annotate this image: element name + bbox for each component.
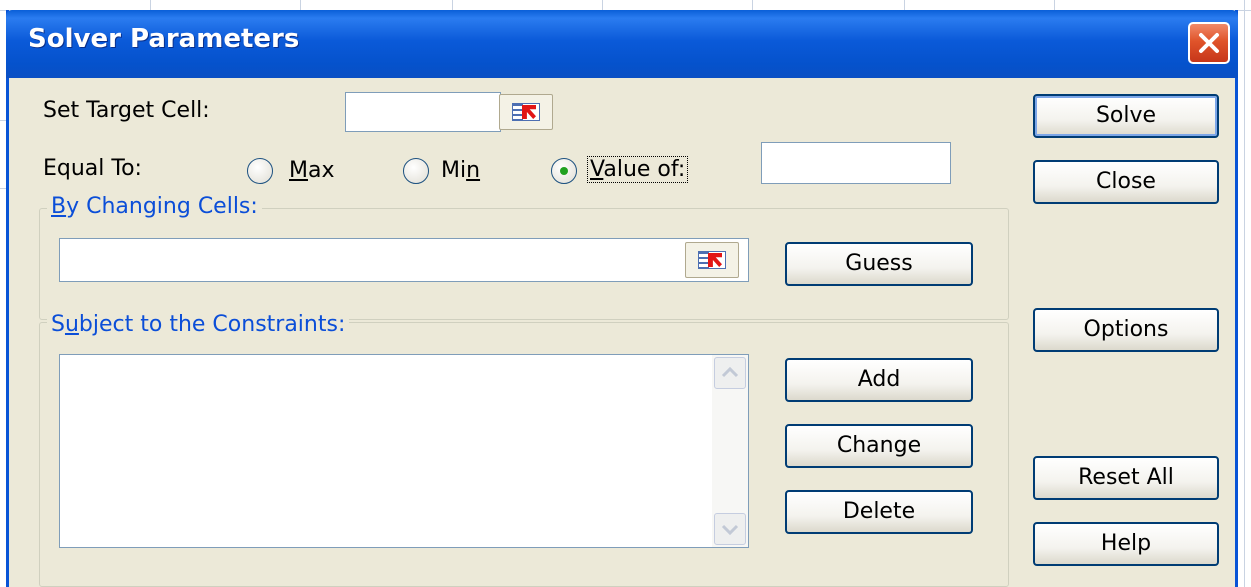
delete-button[interactable]: Delete bbox=[785, 490, 973, 534]
close-button-label: Close bbox=[1096, 169, 1156, 194]
options-button[interactable]: Options bbox=[1033, 308, 1219, 352]
help-button-label: Help bbox=[1100, 531, 1152, 556]
target-cell-input[interactable] bbox=[345, 92, 501, 132]
chevron-up-icon bbox=[715, 366, 745, 392]
options-button-label: Options bbox=[1083, 317, 1169, 342]
scroll-down-button[interactable] bbox=[714, 513, 746, 545]
reset-all-button[interactable]: Reset All bbox=[1033, 456, 1219, 500]
title-bar[interactable]: Solver Parameters bbox=[6, 10, 1238, 78]
add-button[interactable]: Add bbox=[785, 358, 973, 402]
solver-parameters-dialog: Solver Parameters Set Target Cell: Equal… bbox=[6, 10, 1238, 587]
delete-button-label: Delete bbox=[842, 499, 916, 524]
radio-min[interactable] bbox=[403, 158, 429, 184]
target-cell-ref-button[interactable] bbox=[499, 94, 553, 130]
radio-min-label[interactable]: Min bbox=[441, 158, 480, 183]
change-button-label: Change bbox=[836, 433, 922, 458]
close-window-button[interactable] bbox=[1188, 22, 1230, 64]
radio-max[interactable] bbox=[247, 158, 273, 184]
constraints-list[interactable] bbox=[59, 354, 749, 548]
solve-button[interactable]: Solve bbox=[1033, 94, 1219, 138]
solve-button-label: Solve bbox=[1095, 103, 1157, 128]
changing-cells-ref-button[interactable] bbox=[685, 242, 739, 278]
guess-button-label: Guess bbox=[845, 251, 913, 276]
chevron-down-icon bbox=[715, 524, 745, 548]
changing-cells-input[interactable] bbox=[59, 238, 749, 282]
value-of-input[interactable] bbox=[761, 142, 951, 184]
radio-value-of-label[interactable]: Value of: bbox=[587, 156, 689, 183]
guess-button[interactable]: Guess bbox=[785, 242, 973, 286]
equal-to-label: Equal To: bbox=[43, 156, 142, 181]
scroll-up-button[interactable] bbox=[714, 357, 746, 389]
constraints-scrollbar[interactable] bbox=[712, 355, 748, 547]
reset-all-button-label: Reset All bbox=[1078, 465, 1174, 490]
help-button[interactable]: Help bbox=[1033, 522, 1219, 566]
radio-max-label[interactable]: Max bbox=[289, 158, 335, 183]
radio-value-of[interactable] bbox=[551, 158, 577, 184]
constraints-label: Subject to the Constraints: bbox=[47, 312, 350, 337]
dialog-title: Solver Parameters bbox=[28, 24, 300, 54]
change-button[interactable]: Change bbox=[785, 424, 973, 468]
changing-cells-label: By Changing Cells: bbox=[47, 194, 262, 219]
close-button[interactable]: Close bbox=[1033, 160, 1219, 204]
add-button-label: Add bbox=[857, 367, 901, 392]
target-cell-label: Set Target Cell: bbox=[43, 98, 210, 123]
